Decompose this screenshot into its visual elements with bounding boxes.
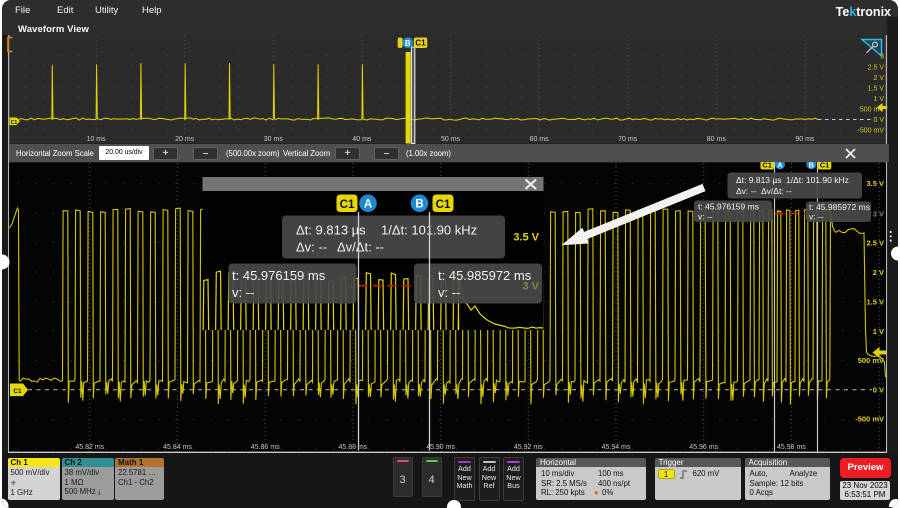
svg-text:3 V: 3 V: [522, 281, 539, 293]
svg-text:t: 45.976159 ms: t: 45.976159 ms: [232, 268, 326, 283]
svg-text:Δt: 9.813 µs: Δt: 9.813 µs: [296, 223, 366, 238]
svg-text:-500 mV: -500 mV: [855, 415, 884, 424]
svg-text:v: --: v: --: [698, 212, 713, 222]
svg-text:10 ms: 10 ms: [87, 136, 107, 143]
svg-text:45.84 ms: 45.84 ms: [163, 444, 192, 451]
svg-text:v: --: v: --: [438, 285, 460, 300]
svg-text:45.90 ms: 45.90 ms: [426, 444, 455, 451]
svg-text:Δv: --: Δv: --: [296, 240, 327, 255]
svg-text:C1: C1: [415, 39, 426, 48]
svg-text:1 V: 1 V: [873, 96, 884, 103]
svg-text:45.94 ms: 45.94 ms: [602, 444, 631, 451]
svg-text:C1: C1: [11, 120, 18, 126]
svg-text:3: 3: [880, 54, 884, 61]
svg-text:3 V: 3 V: [873, 210, 884, 219]
svg-text:500 mV: 500 mV: [858, 356, 884, 365]
svg-text:2.5 V: 2.5 V: [868, 65, 885, 72]
svg-text:0 V: 0 V: [873, 386, 884, 395]
svg-text:50 ms: 50 ms: [441, 136, 461, 143]
svg-text:t: 45.976159 ms: t: 45.976159 ms: [698, 202, 759, 212]
svg-text:Δv/Δt: --: Δv/Δt: --: [337, 240, 384, 255]
svg-text:2.5 V: 2.5 V: [866, 239, 884, 248]
svg-text:Δv: --: Δv: --: [736, 186, 756, 196]
svg-text:0 V: 0 V: [873, 117, 884, 124]
svg-text:1.5 V: 1.5 V: [868, 86, 885, 93]
svg-text:80 ms: 80 ms: [707, 136, 727, 143]
svg-text:45.96 ms: 45.96 ms: [689, 444, 718, 451]
svg-text:t: 45.985972 ms: t: 45.985972 ms: [809, 202, 870, 212]
svg-text:3.5 V: 3.5 V: [866, 179, 884, 188]
svg-text:C1: C1: [340, 199, 355, 211]
svg-text:45.88 ms: 45.88 ms: [339, 444, 368, 451]
svg-text:45.86 ms: 45.86 ms: [251, 444, 280, 451]
svg-text:2 V: 2 V: [873, 268, 884, 277]
svg-text:1/Δt: 101.90 kHz: 1/Δt: 101.90 kHz: [786, 175, 849, 185]
svg-text:60 ms: 60 ms: [530, 136, 550, 143]
svg-text:3.5 V: 3.5 V: [513, 232, 539, 244]
svg-text:t: 45.985972 ms: t: 45.985972 ms: [438, 268, 532, 283]
svg-text:40 ms: 40 ms: [352, 136, 372, 143]
svg-text:45.82 ms: 45.82 ms: [75, 444, 104, 451]
svg-text:1 V: 1 V: [873, 327, 884, 336]
svg-text:C1: C1: [13, 388, 22, 395]
svg-text:30 ms: 30 ms: [264, 136, 284, 143]
svg-text:v: --: v: --: [809, 212, 824, 222]
svg-text:Δv/Δt: --: Δv/Δt: --: [761, 186, 792, 196]
svg-text:45.92 ms: 45.92 ms: [514, 444, 543, 451]
svg-text:1.5 V: 1.5 V: [866, 298, 884, 307]
svg-text:B: B: [405, 39, 411, 48]
svg-text:-500 mV: -500 mV: [858, 128, 885, 135]
svg-text:B: B: [415, 199, 423, 211]
svg-text:Δt: 9.813 µs: Δt: 9.813 µs: [736, 175, 782, 185]
svg-text:90 ms: 90 ms: [795, 136, 815, 143]
svg-text:70 ms: 70 ms: [618, 136, 638, 143]
svg-text:20 ms: 20 ms: [175, 136, 195, 143]
svg-text:2 V: 2 V: [873, 75, 884, 82]
svg-text:45.98 ms: 45.98 ms: [777, 444, 806, 451]
svg-text:v: --: v: --: [232, 285, 254, 300]
svg-text:C1: C1: [436, 199, 451, 211]
svg-text:A: A: [364, 199, 372, 211]
